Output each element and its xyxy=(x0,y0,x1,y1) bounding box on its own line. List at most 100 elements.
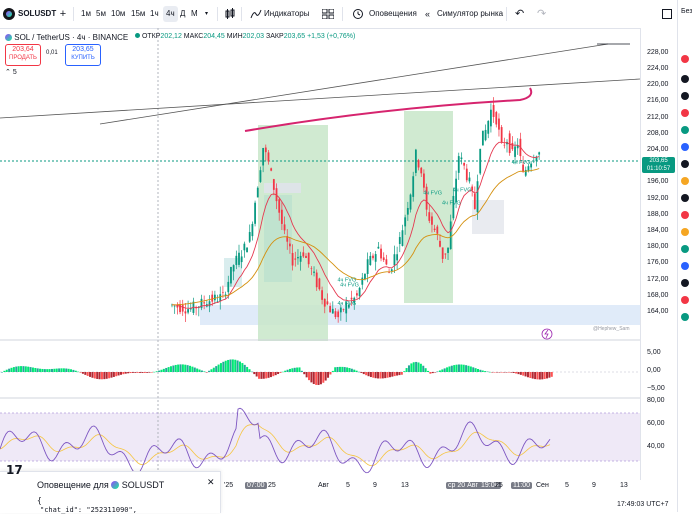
alarm-clock-icon xyxy=(353,9,363,19)
macd-bar xyxy=(91,372,94,378)
macd-bar xyxy=(293,367,296,372)
macd-bar xyxy=(441,369,444,372)
candle-body xyxy=(283,224,286,231)
timeframe-1m[interactable]: 1м xyxy=(81,0,91,28)
undo-icon[interactable]: ↶ xyxy=(515,0,524,28)
macd-bar xyxy=(79,372,82,373)
watchlist-item-icon[interactable] xyxy=(681,262,689,270)
macd-bar xyxy=(405,368,408,372)
symbol-search-button[interactable]: SOLUSDT xyxy=(18,0,56,28)
macd-bar xyxy=(253,372,256,375)
candle-body xyxy=(259,170,262,182)
candle-body xyxy=(213,294,216,301)
layout-single-icon[interactable] xyxy=(662,9,672,19)
market-open-dot-icon xyxy=(135,33,140,38)
macd-bar xyxy=(510,372,513,373)
candle-body xyxy=(297,256,299,259)
macd-bar xyxy=(377,372,380,379)
indicators-button[interactable]: Индикаторы xyxy=(264,0,309,28)
macd-bar xyxy=(546,372,549,379)
candle-body xyxy=(289,243,291,247)
watchlist-item-icon[interactable] xyxy=(681,245,689,253)
close-icon[interactable]: ✕ xyxy=(207,477,215,488)
alert-title-text: Оповещение для xyxy=(37,480,109,490)
price-axis[interactable]: 228,00 224,00 220,00 216,00 212,00 208,00 204,… xyxy=(640,28,678,480)
timeframe-dropdown-icon[interactable]: ▾ xyxy=(205,0,208,28)
macd-bar xyxy=(455,364,458,372)
candle-body xyxy=(530,163,533,168)
timeframe-m[interactable]: М xyxy=(191,0,198,28)
watchlist-item-icon[interactable] xyxy=(681,228,689,236)
right-sidebar: Без xyxy=(677,0,692,512)
alerts-button[interactable]: Оповещения xyxy=(369,0,417,28)
buy-button[interactable]: 203,65 КУПИТЬ xyxy=(65,44,101,66)
macd-bar xyxy=(350,368,353,372)
candle-body xyxy=(380,248,382,259)
watchlist-item-icon[interactable] xyxy=(681,177,689,185)
macd-bar xyxy=(72,369,75,372)
macd-bar xyxy=(460,364,463,372)
watchlist-item-icon[interactable] xyxy=(681,109,689,117)
candle-type-icon[interactable] xyxy=(224,8,236,20)
price-axis-label: 164,00 xyxy=(647,308,669,315)
macd-bar xyxy=(279,372,282,373)
time-axis-tick: 9 xyxy=(592,482,596,489)
watchlist-item-icon[interactable] xyxy=(681,313,689,321)
watchlist-item-icon[interactable] xyxy=(681,279,689,287)
sell-price: 203,64 xyxy=(12,46,34,53)
compare-add-icon[interactable]: + xyxy=(57,0,69,28)
macd-bar xyxy=(3,370,6,372)
timeframe-d[interactable]: Д xyxy=(180,0,185,28)
candle-body xyxy=(492,105,495,117)
legend-symbol-title[interactable]: SOL / TetherUS · 4ч · BINANCE xyxy=(5,33,128,42)
candle-body xyxy=(401,230,404,246)
replay-button[interactable]: Симулятор рынка xyxy=(437,0,503,28)
macd-bar xyxy=(27,366,30,372)
macd-bar xyxy=(331,370,334,372)
timeframe-1h[interactable]: 1ч xyxy=(150,0,159,28)
watchlist-item-icon[interactable] xyxy=(681,75,689,83)
macd-bar xyxy=(396,372,399,376)
watchlist-item-icon[interactable] xyxy=(681,143,689,151)
candle-body xyxy=(187,309,189,313)
watchlist-item-icon[interactable] xyxy=(681,92,689,100)
price-axis-label: 180,00 xyxy=(647,243,669,251)
timeframe-5m[interactable]: 5м xyxy=(96,0,106,28)
macd-bar xyxy=(300,370,303,372)
macd-bar xyxy=(117,372,120,376)
utc-clock[interactable]: 17:49:03 UTC+7 xyxy=(617,501,669,508)
sell-button[interactable]: 203,64 ПРОДАТЬ xyxy=(5,44,41,66)
macd-bar xyxy=(181,364,184,372)
timeframe-15m[interactable]: 15м xyxy=(131,0,145,28)
indicators-collapse-toggle[interactable]: ⌃ 5 xyxy=(5,68,17,76)
watchlist-item-icon[interactable] xyxy=(681,211,689,219)
macd-bar xyxy=(453,365,456,372)
time-axis-tick: 13 xyxy=(401,482,409,489)
macd-bar xyxy=(46,369,49,372)
redo-icon[interactable]: ↷ xyxy=(537,0,546,28)
watchlist-item-icon[interactable] xyxy=(681,126,689,134)
macd-bar xyxy=(481,370,484,372)
candle-body xyxy=(364,273,366,280)
rsi-axis-label: 80,00 xyxy=(647,397,665,404)
layout-grid-icon[interactable] xyxy=(322,9,334,19)
legend-sol-icon xyxy=(5,34,12,41)
macd-bar xyxy=(110,372,113,378)
macd-bar xyxy=(127,372,130,374)
time-axis-tick: 13 xyxy=(620,482,628,489)
macd-bar xyxy=(234,359,237,372)
watchlist-item-icon[interactable] xyxy=(681,160,689,168)
timeframe-4h[interactable]: 4ч xyxy=(163,6,178,22)
candle-body xyxy=(184,311,187,314)
macd-bar xyxy=(222,361,225,372)
legend-title-text: SOL / TetherUS · 4ч · BINANCE xyxy=(14,33,129,42)
candle-body xyxy=(423,173,425,188)
watchlist-item-icon[interactable] xyxy=(681,55,689,63)
alert-notification-panel: 17 Оповещение для SOLUSDT ✕ { "chat_id":… xyxy=(0,463,221,514)
watchlist-item-icon[interactable] xyxy=(681,194,689,202)
timeframe-10m[interactable]: 10м xyxy=(111,0,125,28)
price-chart[interactable]: 4ч FVG4ч FVG4ч FVG4ч FVG4ч FVG4ч FVG4ч F… xyxy=(0,28,640,480)
time-axis-tick: 11:00 xyxy=(511,482,532,489)
watchlist-item-icon[interactable] xyxy=(681,296,689,304)
legend-ohlc: ОТКР202,12 МАКС204,45 МИН202,03 ЗАКР203,… xyxy=(135,33,355,40)
